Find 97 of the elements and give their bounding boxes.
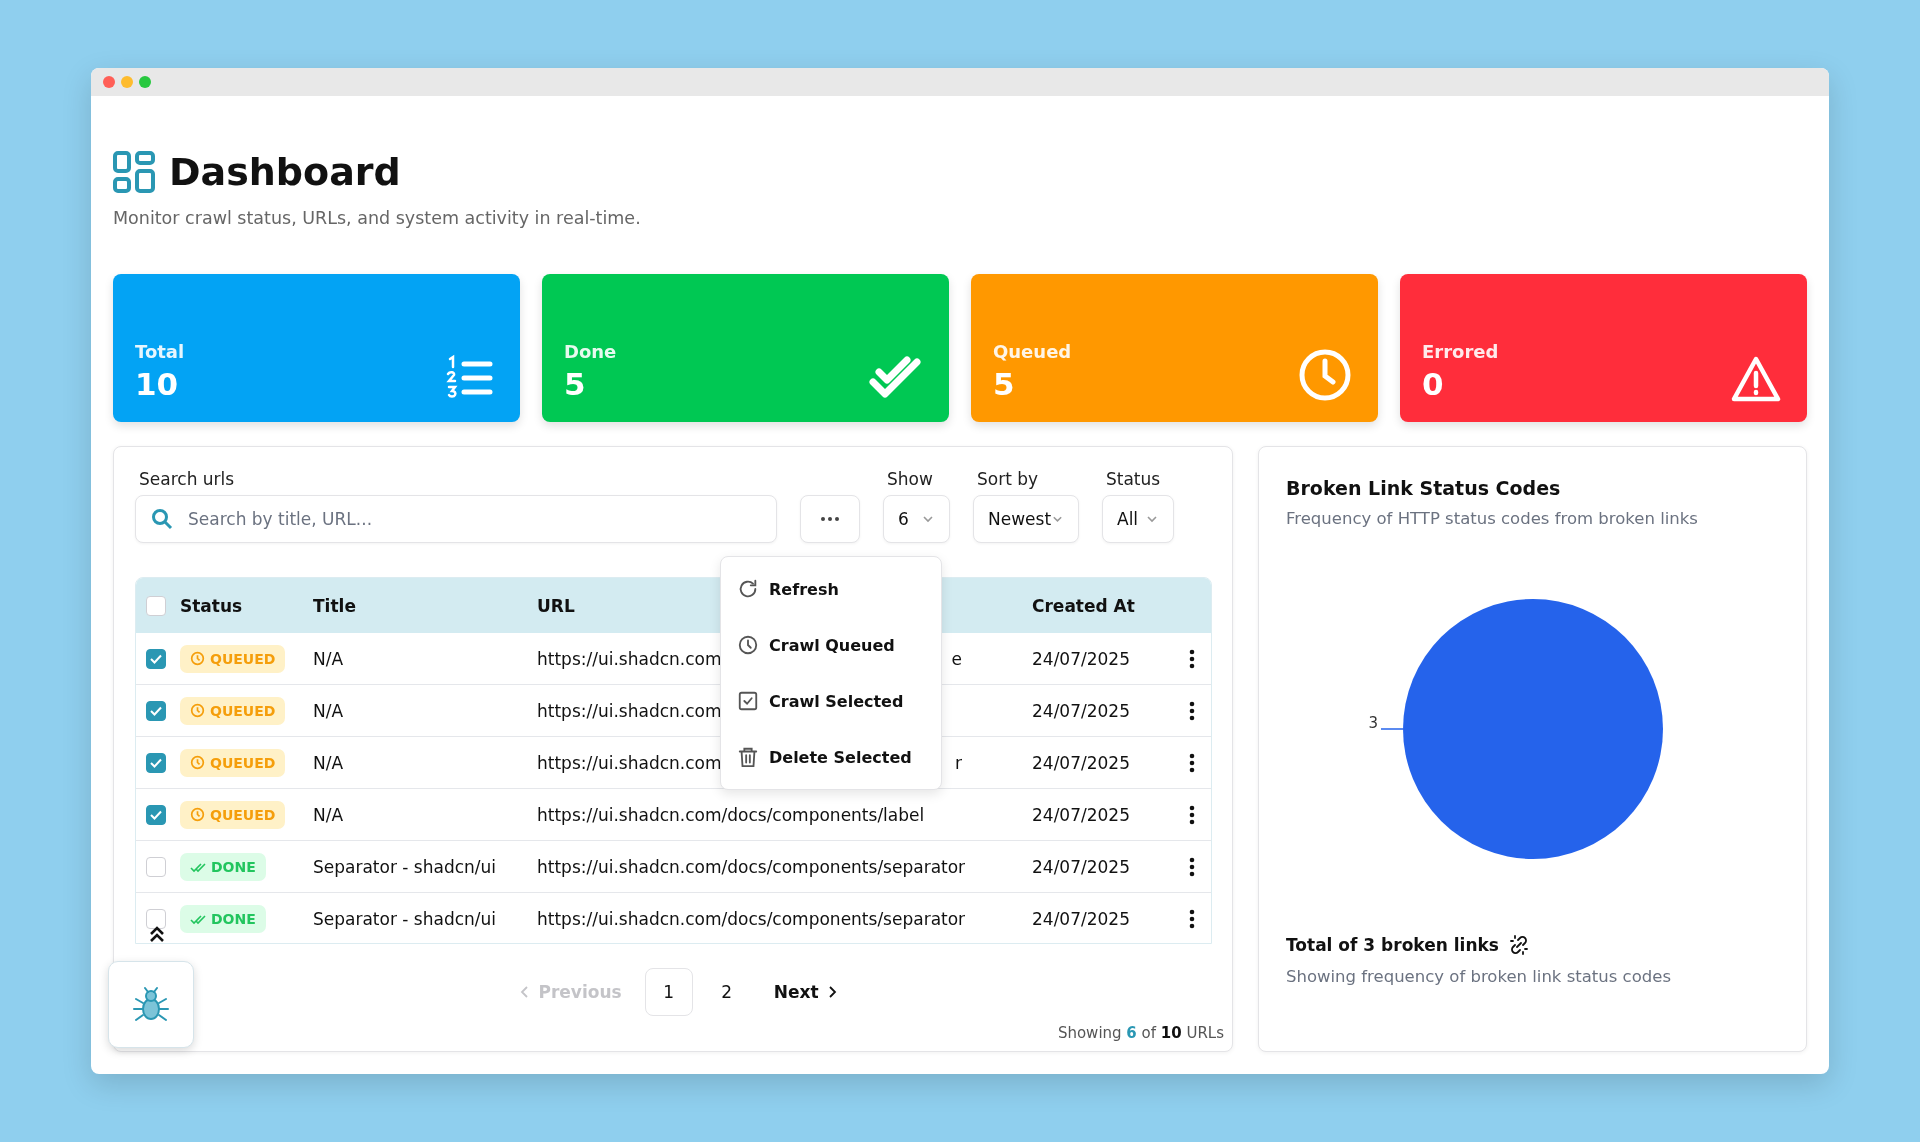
stat-label: Total	[135, 341, 185, 362]
refresh-icon	[737, 578, 759, 600]
stat-value: 10	[135, 366, 179, 402]
chart-footer-text: Showing frequency of broken link status codes	[1286, 967, 1672, 986]
trash-icon	[737, 746, 759, 768]
status-badge: DONE	[180, 852, 266, 881]
checkbox[interactable]	[146, 648, 166, 669]
chevron-right-icon	[826, 985, 837, 999]
table-cell: Separator - shadcn/ui	[313, 856, 497, 877]
maximize-button[interactable]	[139, 76, 151, 88]
sort-select[interactable]: Newest	[973, 495, 1079, 543]
field-label: Search urls	[138, 469, 235, 489]
table-cell: 24/07/2025	[1032, 700, 1130, 721]
menu-item[interactable]: Delete Selected	[721, 729, 941, 785]
stat-value: 0	[1422, 366, 1444, 402]
field-label: Status	[1105, 469, 1161, 489]
table-cell: 24/07/2025	[1032, 804, 1130, 825]
table-cell: r	[955, 752, 962, 773]
status-badge: QUEUED	[180, 644, 286, 673]
more-vertical-icon[interactable]	[1188, 752, 1195, 773]
next-button[interactable]: Next	[760, 968, 850, 1016]
scroll-up-icon[interactable]	[149, 925, 165, 943]
table-cell: N/A	[313, 700, 344, 721]
menu-item[interactable]: Crawl Selected	[721, 673, 941, 729]
search-field[interactable]: Search by title, URL...	[135, 495, 777, 543]
search-icon	[151, 508, 173, 530]
table-cell: 24/07/2025	[1032, 908, 1130, 929]
status-badge: QUEUED	[180, 696, 286, 725]
close-button[interactable]	[103, 76, 115, 88]
page-subtitle: Monitor crawl status, URLs, and system activity in real-time.	[113, 208, 641, 228]
column-header: Created At	[1032, 595, 1135, 616]
table-cell: 24/07/2025	[1032, 752, 1130, 773]
checkbox[interactable]	[146, 908, 166, 929]
checkbox[interactable]	[146, 752, 166, 773]
more-vertical-icon[interactable]	[1188, 700, 1195, 721]
stat-value: 5	[564, 366, 586, 402]
stat-label: Queued	[993, 341, 1072, 362]
checkbox[interactable]	[146, 595, 166, 616]
clock-icon	[190, 651, 205, 666]
more-vertical-icon[interactable]	[1188, 648, 1195, 669]
stat-label: Done	[564, 341, 617, 362]
page-button[interactable]: 2	[702, 968, 751, 1016]
menu-item[interactable]: Refresh	[721, 561, 941, 617]
chart-description: Frequency of HTTP status codes from broken links	[1286, 509, 1699, 528]
checkbox-icon	[737, 690, 759, 712]
dashboard-icon	[113, 151, 155, 193]
table-cell: N/A	[313, 648, 344, 669]
clock-icon	[190, 755, 205, 770]
table-cell: https://ui.shadcn.com	[537, 700, 722, 721]
table-cell: 24/07/2025	[1032, 648, 1130, 669]
clock-icon	[1298, 348, 1352, 402]
page-button[interactable]: 1	[644, 968, 693, 1016]
results-summary: Showing 6 of 10 URLs	[1057, 1024, 1224, 1042]
column-header: Status	[180, 595, 243, 616]
table-cell: https://ui.shadcn.com/docs/components/separator	[537, 856, 966, 877]
data-label: 3	[1368, 714, 1378, 732]
double-check-icon	[190, 860, 206, 873]
page-title: Dashboard	[169, 150, 401, 194]
warning-icon	[1731, 356, 1781, 402]
clock-icon	[190, 703, 205, 718]
table-cell: N/A	[313, 804, 344, 825]
table-cell: e	[951, 648, 962, 669]
status-badge: QUEUED	[180, 800, 286, 829]
bug-button[interactable]	[108, 961, 194, 1048]
table-cell: N/A	[313, 752, 344, 773]
chart-title: Broken Link Status Codes	[1286, 477, 1562, 499]
menu-item[interactable]: Crawl Queued	[721, 617, 941, 673]
checkbox[interactable]	[146, 700, 166, 721]
checkbox[interactable]	[146, 804, 166, 825]
clock-icon	[190, 807, 205, 822]
column-header: Title	[313, 595, 356, 616]
stat-value: 5	[993, 366, 1015, 402]
page-size-select[interactable]: 6	[883, 495, 950, 543]
chart-footer-title: Total of 3 broken links	[1286, 935, 1499, 955]
double-check-icon	[190, 912, 206, 925]
table-cell: https://ui.shadcn.com	[537, 752, 722, 773]
table-cell: Separator - shadcn/ui	[313, 908, 497, 929]
chevron-left-icon	[520, 985, 531, 999]
status-badge: DONE	[180, 904, 266, 933]
more-vertical-icon[interactable]	[1188, 804, 1195, 825]
status-select[interactable]: All	[1102, 495, 1174, 543]
status-badge: QUEUED	[180, 748, 286, 777]
more-vertical-icon[interactable]	[1188, 908, 1195, 929]
field-label: Show	[886, 469, 933, 489]
table-cell: 24/07/2025	[1032, 856, 1130, 877]
leader-line	[1380, 728, 1404, 730]
checkbox[interactable]	[146, 856, 166, 877]
table-cell: https://ui.shadcn.com/docs/components/separator	[537, 908, 966, 929]
stat-label: Errored	[1422, 341, 1499, 362]
table-cell: https://ui.shadcn.com/docs/components/label	[537, 804, 925, 825]
broken-link-icon	[1508, 935, 1529, 955]
ellipsis-icon	[820, 516, 840, 522]
field-label: Sort by	[976, 469, 1039, 489]
table-cell: https://ui.shadcn.com	[537, 648, 722, 669]
clock-icon	[737, 634, 759, 656]
column-header: URL	[537, 595, 575, 616]
more-vertical-icon[interactable]	[1188, 856, 1195, 877]
